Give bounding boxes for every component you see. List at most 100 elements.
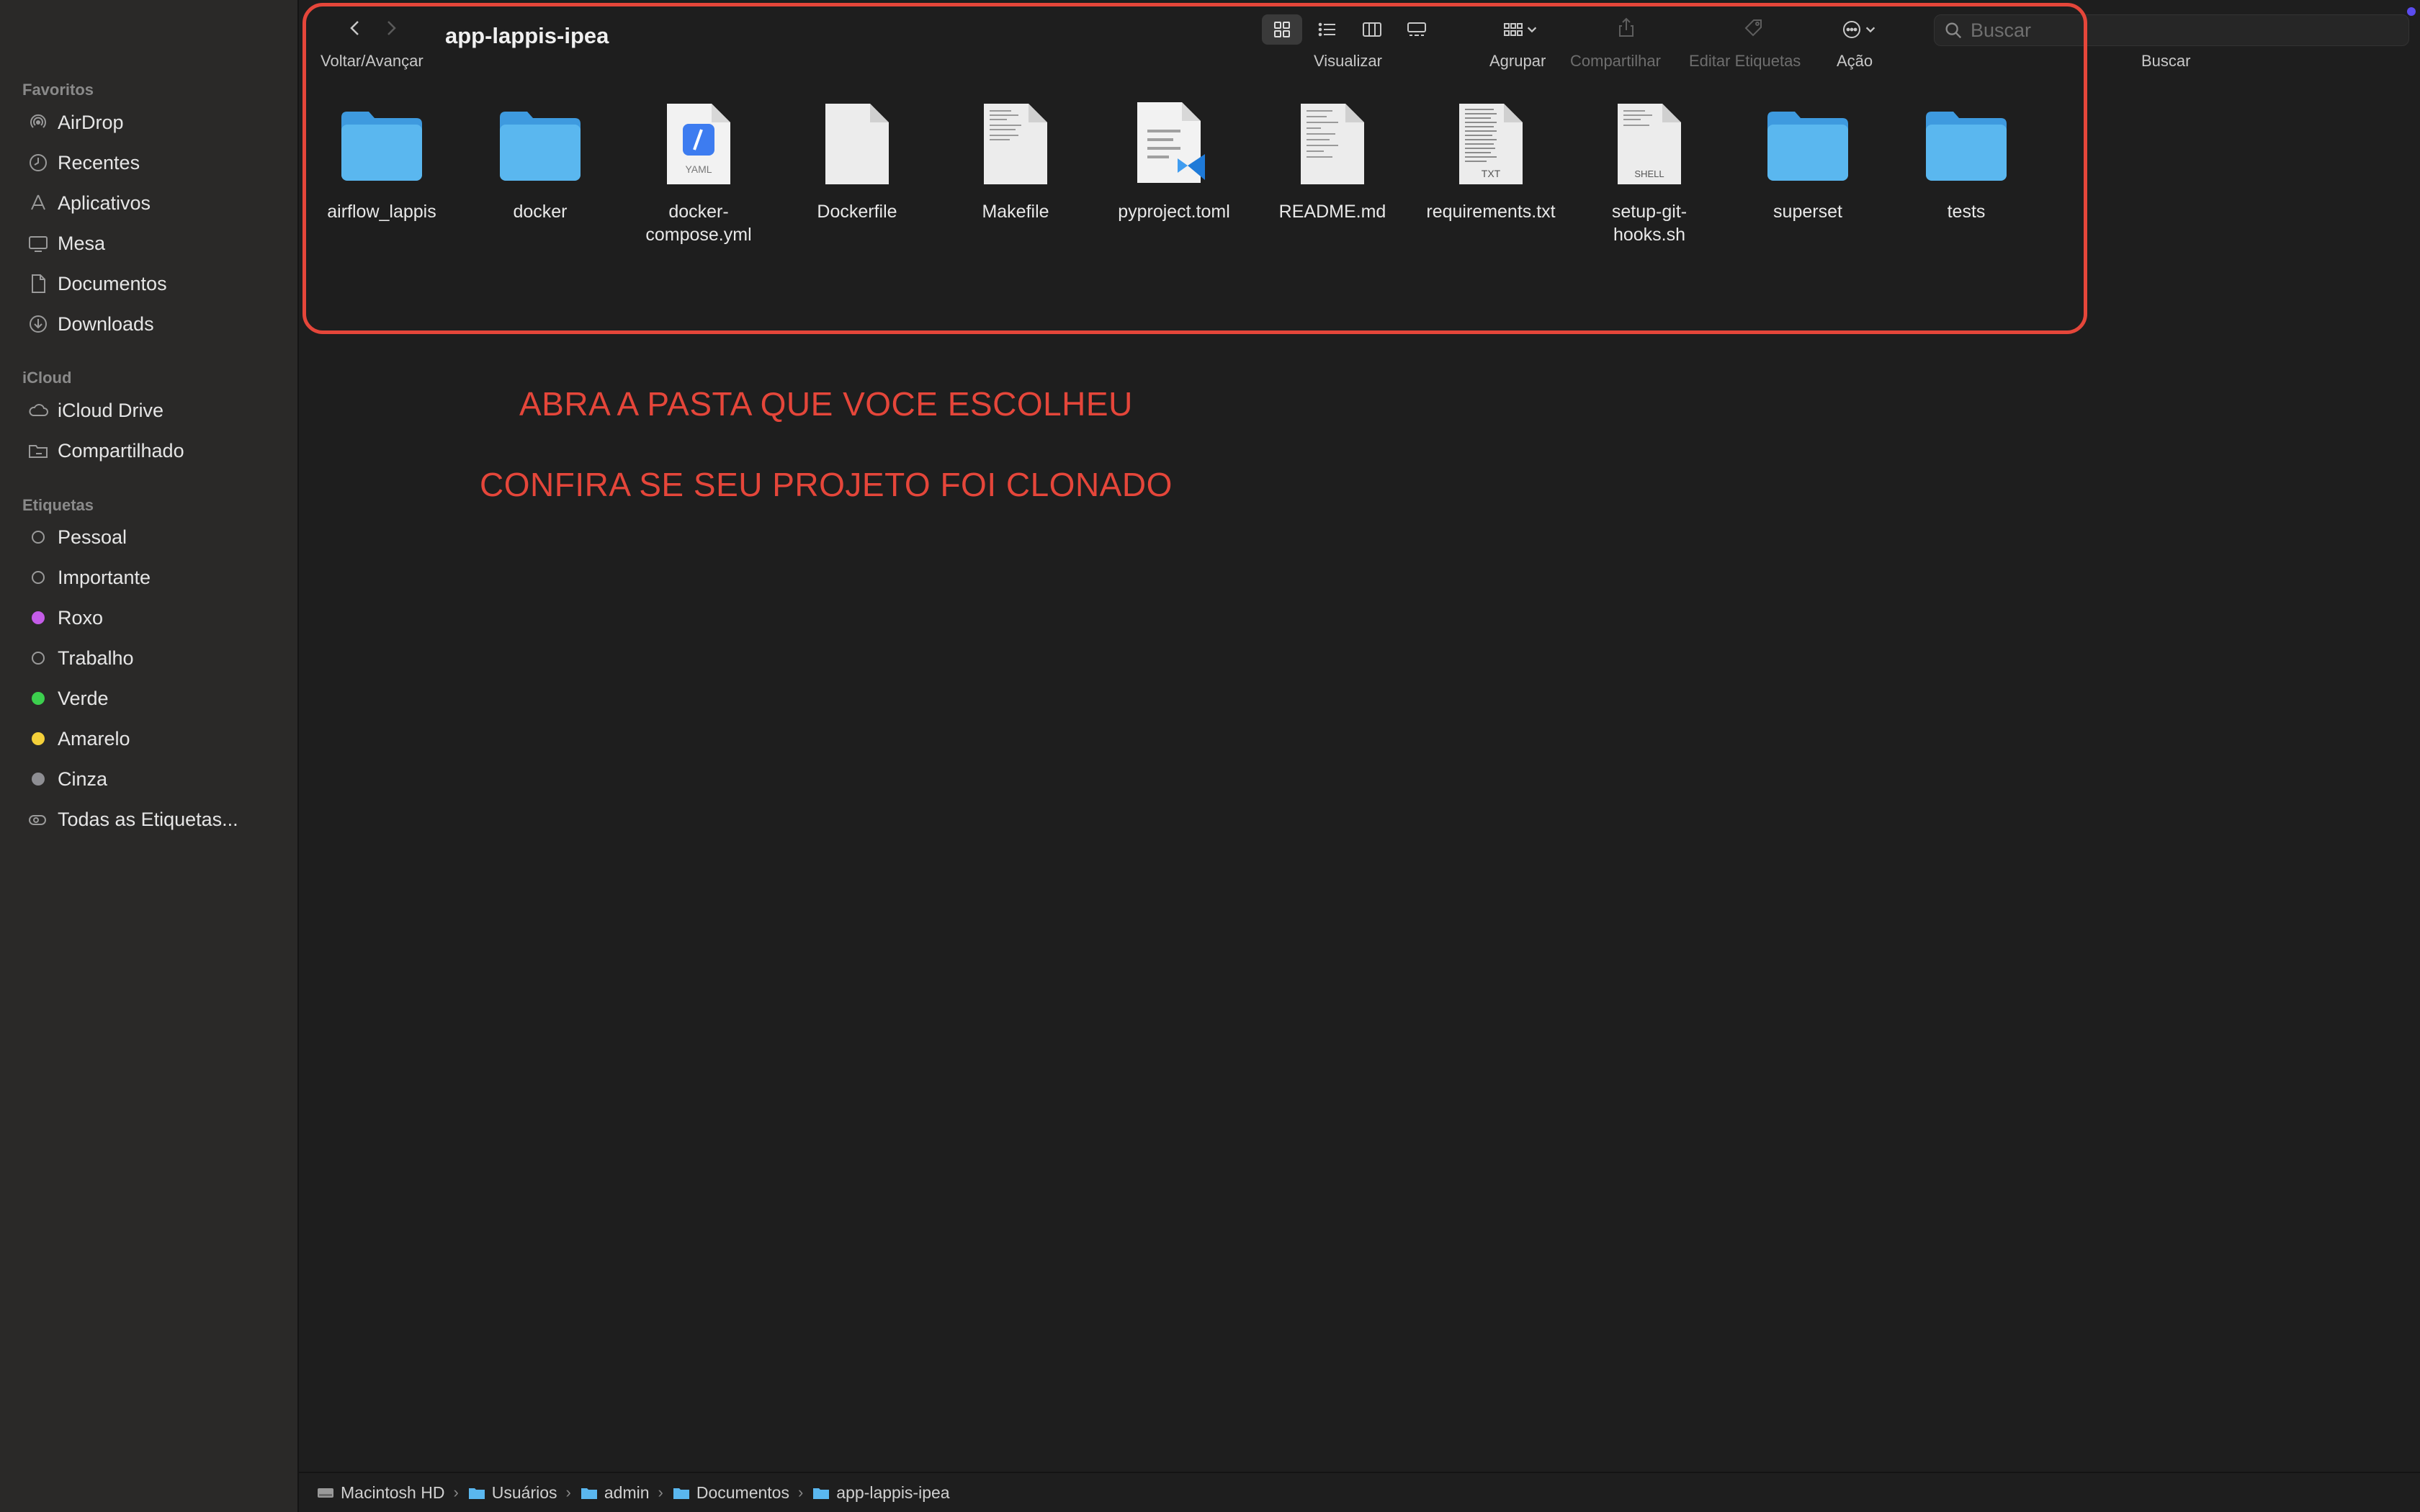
apps-icon — [26, 191, 50, 215]
group-button[interactable] — [1494, 14, 1545, 45]
sidebar-item-documentos[interactable]: Documentos — [26, 266, 167, 302]
tag-dot-icon — [32, 571, 45, 584]
sidebar-item-label: Documentos — [58, 272, 167, 294]
chevron-down-icon — [1865, 27, 1876, 33]
sidebar-item-airdrop[interactable]: AirDrop — [26, 104, 124, 140]
file-item[interactable]: SHELL setup-git- hooks.sh — [1570, 94, 1729, 246]
file-item[interactable]: Makefile — [936, 94, 1095, 223]
chevron-right-icon: › — [658, 1483, 663, 1501]
file-item[interactable]: pyproject.toml — [1095, 94, 1253, 223]
action-label: Ação — [1837, 52, 1873, 70]
search-input[interactable] — [1969, 18, 2390, 42]
chevron-right-icon: › — [453, 1483, 459, 1501]
breadcrumb-label: admin — [604, 1482, 650, 1502]
edit-tags-button[interactable] — [1736, 13, 1772, 43]
sidebar-item-recentes[interactable]: Recentes — [26, 145, 140, 181]
share-label: Compartilhar — [1570, 52, 1661, 70]
file-name: README.md — [1278, 202, 1386, 222]
share-button[interactable] — [1608, 13, 1644, 43]
breadcrumb-admin[interactable]: admin — [580, 1483, 650, 1503]
file-name: setup-git- hooks.sh — [1611, 202, 1688, 245]
sidebar-item-icloud-drive[interactable]: iCloud Drive — [26, 392, 163, 428]
file-name: superset — [1773, 202, 1842, 222]
file-item[interactable]: README.md — [1253, 94, 1412, 223]
tag-dot-icon — [32, 692, 45, 705]
cloud-icon — [26, 398, 50, 423]
file-item[interactable]: tests — [1887, 94, 2045, 223]
folder-icon — [813, 1488, 830, 1499]
search-icon — [1945, 22, 1962, 39]
tag-importante[interactable]: Importante — [26, 559, 151, 595]
search-field[interactable] — [1934, 14, 2409, 46]
folder-icon — [468, 1488, 485, 1499]
sidebar-item-label: Aplicativos — [58, 192, 151, 214]
view-list-button[interactable] — [1309, 14, 1345, 45]
sidebar-item-mesa[interactable]: Mesa — [26, 225, 105, 261]
all-tags-icon — [26, 807, 50, 832]
forward-button[interactable] — [378, 16, 403, 40]
view-gallery-button[interactable] — [1399, 14, 1435, 45]
back-button[interactable] — [344, 16, 368, 40]
txt-file-icon: TXT — [1412, 94, 1570, 194]
sidebar-heading-icloud: iCloud — [22, 369, 72, 387]
tag-dot-icon — [32, 773, 45, 786]
sidebar-heading-etiquetas: Etiquetas — [22, 496, 94, 514]
tag-trabalho[interactable]: Trabalho — [26, 640, 134, 676]
tag-pessoal[interactable]: Pessoal — [26, 519, 127, 555]
file-name: docker- compose.yml — [645, 202, 752, 245]
action-button[interactable] — [1833, 14, 1883, 45]
sidebar-item-label: AirDrop — [58, 111, 124, 133]
tag-dot-icon — [32, 531, 45, 544]
tag-amarelo[interactable]: Amarelo — [26, 721, 130, 757]
breadcrumb-usuarios[interactable]: Usuários — [467, 1483, 557, 1503]
path-bar: Macintosh HD › Usuários › admin › Docume… — [299, 1472, 2420, 1512]
breadcrumb-macintosh-hd[interactable]: Macintosh HD — [316, 1483, 444, 1503]
group-grid-icon — [1504, 23, 1523, 36]
folder-icon — [302, 94, 461, 194]
group-label: Agrupar — [1489, 52, 1546, 70]
file-item[interactable]: airflow_lappis — [302, 94, 461, 223]
sidebar-heading-favoritos: Favoritos — [22, 81, 94, 99]
shell-file-icon: SHELL — [1570, 94, 1729, 194]
file-item[interactable]: Dockerfile — [778, 94, 936, 223]
columns-icon — [1363, 22, 1381, 37]
annotation-text: CONFIRA SE SEU PROJETO FOI CLONADO — [480, 466, 1173, 503]
view-icons-button[interactable] — [1262, 14, 1302, 45]
breadcrumb-label: Macintosh HD — [341, 1482, 445, 1502]
file-item[interactable]: TXT requirements.txt — [1412, 94, 1570, 223]
sidebar-item-label: Mesa — [58, 232, 106, 254]
tag-verde[interactable]: Verde — [26, 680, 109, 716]
sidebar-item-aplicativos[interactable]: Aplicativos — [26, 185, 151, 221]
chevron-down-icon — [1527, 27, 1537, 33]
tag-label: Todas as Etiquetas... — [58, 808, 238, 830]
annotation-text: ABRA A PASTA QUE VOCE ESCOLHEU — [519, 385, 1133, 423]
chevron-right-icon: › — [565, 1483, 571, 1501]
breadcrumb-app-lappis-ipea[interactable]: app-lappis-ipea — [812, 1483, 950, 1503]
tag-todas[interactable]: Todas as Etiquetas... — [26, 801, 238, 837]
indicator-dot — [2407, 7, 2416, 16]
file-name: Makefile — [982, 202, 1049, 222]
airdrop-icon — [26, 110, 50, 135]
shared-folder-icon — [26, 438, 50, 463]
tag-cinza[interactable]: Cinza — [26, 761, 107, 797]
tag-dot-icon — [32, 732, 45, 745]
view-columns-button[interactable] — [1354, 14, 1390, 45]
tag-label: Trabalho — [58, 647, 134, 669]
sidebar-item-compartilhado[interactable]: Compartilhado — [26, 433, 184, 469]
file-item[interactable]: YAML docker- compose.yml — [619, 94, 778, 246]
tag-label: Pessoal — [58, 526, 127, 548]
sidebar: Favoritos AirDrop Recentes Aplicativos M… — [0, 0, 299, 1512]
file-badge: SHELL — [1634, 168, 1664, 179]
file-item[interactable]: superset — [1729, 94, 1887, 223]
sidebar-item-downloads[interactable]: Downloads — [26, 306, 154, 342]
chevron-right-icon — [387, 21, 396, 35]
document-icon — [26, 271, 50, 296]
breadcrumb-documentos[interactable]: Documentos — [672, 1483, 789, 1503]
breadcrumb-label: Usuários — [491, 1482, 557, 1502]
tag-roxo[interactable]: Roxo — [26, 600, 103, 636]
file-name: Dockerfile — [817, 202, 897, 222]
chevron-left-icon — [350, 21, 359, 35]
file-badge: YAML — [685, 163, 712, 175]
file-item[interactable]: docker — [461, 94, 619, 223]
folder-icon — [1729, 94, 1887, 194]
